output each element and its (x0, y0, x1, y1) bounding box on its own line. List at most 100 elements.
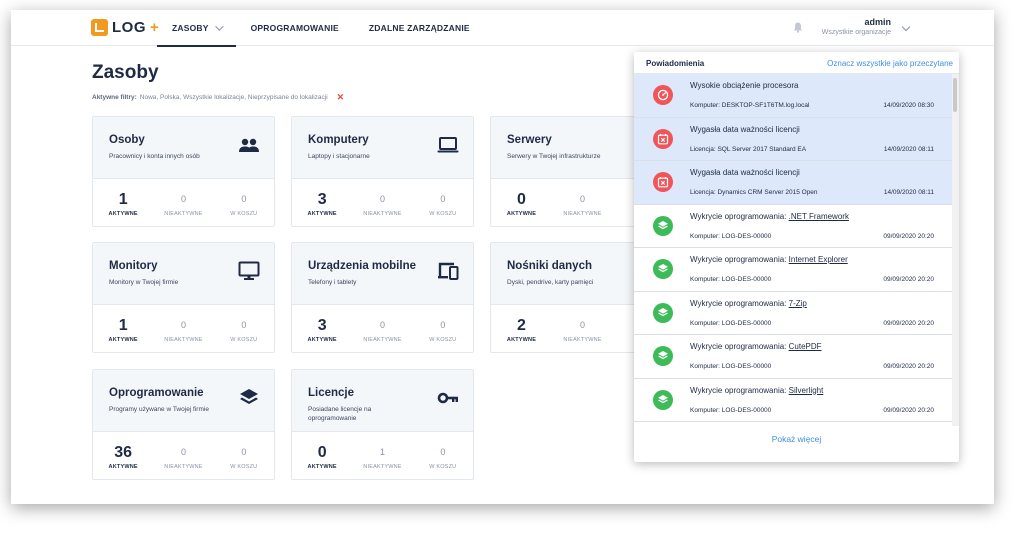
stat-value: 0 (379, 194, 385, 204)
notification-date: 09/09/2020 20:20 (883, 276, 934, 283)
notification-item[interactable]: Wykrycie oprogramowania: Silverlight Komp… (634, 378, 952, 422)
stat-inactive[interactable]: 0 NIEAKTYWNE (352, 317, 412, 343)
notification-item[interactable]: Wysokie obciążenie procesora Komputer: DE… (634, 74, 952, 118)
notification-detail: Komputer: LOG-DES-00000 (690, 232, 772, 240)
card-komputery[interactable]: Komputery Laptopy i stacjonarne 3 AKTYWNE… (291, 116, 474, 227)
card-header: Monitory Monitory w Twojej firmie (93, 243, 274, 305)
nav-item-zasoby[interactable]: ZASOBY (157, 10, 236, 47)
stat-active[interactable]: 0 AKTYWNE (292, 444, 352, 470)
stat-label: AKTYWNE (506, 337, 537, 343)
stat-active[interactable]: 36 AKTYWNE (93, 444, 153, 470)
notification-title: Wygasła data ważności licencji (690, 168, 800, 177)
scrollbar[interactable] (952, 74, 959, 426)
stat-label: AKTYWNE (307, 464, 337, 470)
stat-label: W KOSZU (230, 464, 258, 470)
stat-inactive[interactable]: 1 NIEAKTYWNE (352, 444, 412, 470)
stat-value: 36 (114, 444, 133, 461)
stat-value: 0 (180, 447, 186, 457)
stat-inactive[interactable]: 0 NIEAKTYWNE (352, 191, 412, 217)
mark-all-read-link[interactable]: Oznacz wszystkie jako przeczytane (827, 59, 953, 68)
stat-trash[interactable]: 0 W KOSZU (413, 191, 473, 217)
stat-value: 0 (440, 447, 446, 457)
notification-date: 09/09/2020 20:20 (883, 232, 934, 240)
stat-value: 2 (517, 317, 526, 334)
notification-item[interactable]: Wygasła data ważności licencji Licencja: … (634, 117, 952, 161)
card-urzadzenia-mobilne[interactable]: Urządzenia mobilne Telefony i tablety 3 A… (291, 242, 474, 353)
software-link[interactable]: CutePDF (789, 342, 822, 351)
stat-inactive[interactable]: 0 NIEAKTYWNE (552, 317, 613, 343)
stat-active[interactable]: 3 AKTYWNE (292, 191, 352, 217)
stat-trash[interactable]: 0 W KOSZU (214, 317, 274, 343)
card-subtitle: Telefony i tablety (308, 279, 357, 286)
clear-filters-icon[interactable]: ✕ (337, 92, 345, 103)
notification-title: Wykrycie oprogramowania: CutePDF (690, 342, 822, 351)
notification-date: 09/09/2020 20:20 (883, 406, 934, 414)
notification-detail: Komputer: LOG-DES-00000 (690, 319, 772, 327)
gauge-icon (653, 85, 673, 105)
notification-title: Wygasła data ważności licencji (690, 125, 800, 134)
card-header: Osoby Pracownicy i konta innych osób (93, 117, 274, 179)
stat-trash[interactable]: 0 W KOSZU (413, 317, 473, 343)
stat-active[interactable]: 1 AKTYWNE (93, 191, 153, 217)
software-link[interactable]: Internet Explorer (789, 255, 848, 264)
laptop-icon (437, 137, 459, 153)
notification-title-text: Wykrycie oprogramowania: (690, 385, 789, 395)
notification-item[interactable]: Wykrycie oprogramowania: Internet Explor… (634, 248, 952, 292)
stat-inactive[interactable]: 0 NIEAKTYWNE (153, 317, 213, 343)
layers-icon (240, 389, 258, 404)
nav-item-label: ZASOBY (172, 23, 209, 33)
stat-inactive[interactable]: 0 NIEAKTYWNE (153, 444, 213, 470)
stat-label: AKTYWNE (506, 211, 537, 217)
chevron-down-icon[interactable] (901, 22, 911, 32)
card-oprogramowanie[interactable]: Oprogramowanie Programy używane w Twojej… (92, 369, 275, 480)
layers-icon (653, 346, 673, 366)
user-organization: Wszystkie organizacje (821, 29, 891, 36)
notification-date: 14/09/2020 08:11 (883, 145, 934, 153)
stat-value: 0 (579, 320, 585, 330)
card-licencje[interactable]: Licencje Posiadane licencje na oprogramo… (291, 369, 474, 480)
card-subtitle: Laptopy i stacjonarne (308, 153, 370, 160)
nav-item-zdalne-zarzadzanie[interactable]: ZDALNE ZARZĄDZANIE (354, 10, 485, 46)
notification-item[interactable]: Wykrycie oprogramowania: CutePDF Komputer… (634, 335, 952, 379)
bell-icon[interactable] (793, 22, 803, 33)
main-nav: ZASOBY OPROGRAMOWANIE ZDALNE ZARZĄDZANIE (157, 10, 485, 47)
nav-item-label: ZDALNE ZARZĄDZANIE (368, 23, 470, 33)
card-header: Licencje Posiadane licencje na oprogramo… (292, 370, 473, 432)
card-subtitle: Dyski, pendrive, karty pamięci (507, 279, 594, 286)
card-header: Komputery Laptopy i stacjonarne (292, 117, 473, 179)
stat-active[interactable]: 3 AKTYWNE (292, 317, 352, 343)
stat-label: W KOSZU (429, 464, 457, 470)
logo[interactable]: LOG + (91, 19, 159, 36)
notification-title-text: Wykrycie oprogramowania: (690, 298, 789, 308)
nav-item-oprogramowanie[interactable]: OPROGRAMOWANIE (236, 10, 354, 46)
stat-label: NIEAKTYWNE (563, 211, 602, 217)
stat-trash[interactable]: 0 W KOSZU (214, 191, 274, 217)
stat-label: AKTYWNE (108, 211, 138, 217)
card-monitory[interactable]: Monitory Monitory w Twojej firmie 1 AKTYW… (92, 242, 275, 353)
software-link[interactable]: Silverlight (789, 386, 824, 395)
stat-active[interactable]: 0 AKTYWNE (491, 191, 552, 217)
notification-item[interactable]: Wykrycie oprogramowania: .NET Framework K… (634, 204, 952, 248)
stat-label: NIEAKTYWNE (164, 464, 203, 470)
software-link[interactable]: .NET Framework (789, 212, 849, 221)
stat-label: AKTYWNE (108, 464, 138, 470)
stat-trash[interactable]: 0 W KOSZU (214, 444, 274, 470)
show-more-link[interactable]: Pokaż więcej (634, 434, 959, 444)
stat-trash[interactable]: 0 W KOSZU (413, 444, 473, 470)
software-link[interactable]: 7-Zip (789, 299, 807, 308)
card-header: Oprogramowanie Programy używane w Twojej… (93, 370, 274, 432)
notification-item[interactable]: Wykrycie oprogramowania: 7-Zip Komputer: … (634, 291, 952, 335)
people-icon (239, 138, 259, 152)
user-menu[interactable]: admin Wszystkie organizacje (819, 17, 891, 36)
notifications-list: Wysokie obciążenie procesora Komputer: DE… (634, 74, 952, 422)
scrollbar-thumb[interactable] (953, 78, 957, 112)
stat-label: NIEAKTYWNE (563, 337, 602, 343)
stat-inactive[interactable]: 0 NIEAKTYWNE (552, 191, 613, 217)
notification-title-text: Wygasła data ważności licencji (690, 124, 800, 134)
notification-title: Wykrycie oprogramowania: .NET Framework (690, 212, 849, 221)
card-osoby[interactable]: Osoby Pracownicy i konta innych osób 1 AK… (92, 116, 275, 227)
notification-item[interactable]: Wygasła data ważności licencji Licencja: … (634, 161, 952, 205)
stat-inactive[interactable]: 0 NIEAKTYWNE (153, 191, 213, 217)
stat-active[interactable]: 2 AKTYWNE (491, 317, 552, 343)
stat-active[interactable]: 1 AKTYWNE (93, 317, 153, 343)
